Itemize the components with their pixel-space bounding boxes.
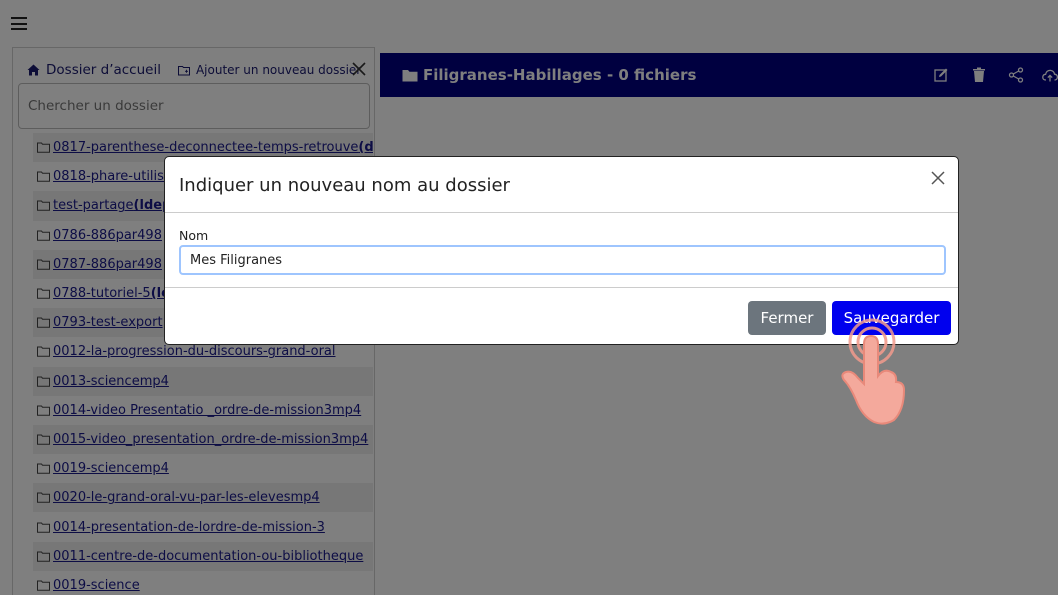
folder-name-input[interactable] — [179, 245, 946, 275]
pointing-hand-icon — [841, 318, 906, 425]
close-button[interactable]: Fermer — [748, 301, 826, 335]
dialog-divider — [165, 212, 958, 213]
dialog-close-icon[interactable] — [930, 170, 946, 186]
dialog-footer-divider — [165, 287, 958, 288]
name-field-label: Nom — [179, 228, 209, 243]
dialog-title: Indiquer un nouveau nom au dossier — [179, 175, 510, 196]
rename-folder-dialog: Indiquer un nouveau nom au dossier Nom F… — [164, 156, 959, 345]
